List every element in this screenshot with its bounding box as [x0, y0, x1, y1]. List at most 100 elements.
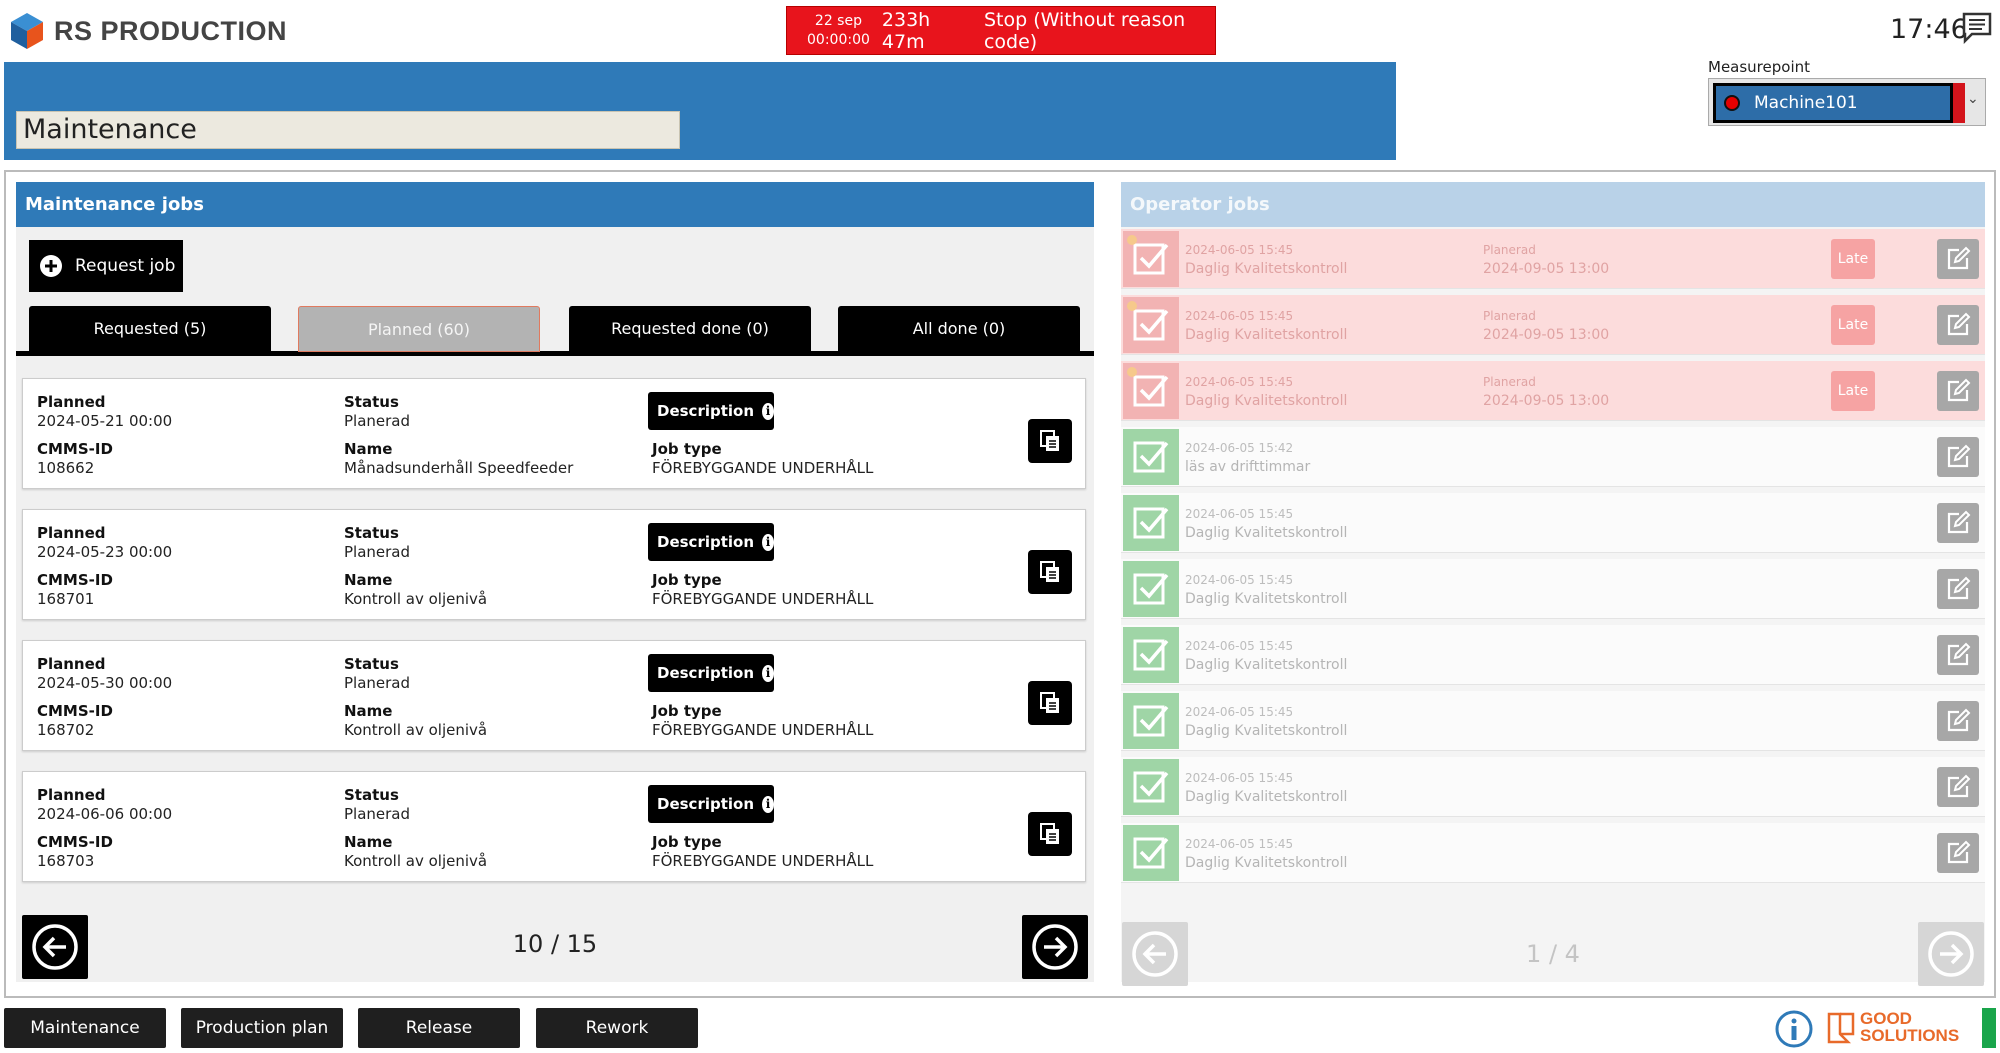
description-label: Description	[657, 533, 755, 551]
operator-job-name: Daglig Kvalitetskontroll	[1185, 789, 1348, 805]
operator-job-date: 2024-06-05 15:45	[1185, 243, 1294, 257]
stop-status-banner[interactable]: 22 sep 00:00:00 233h 47m Stop (Without r…	[786, 6, 1216, 55]
edit-icon	[1947, 246, 1971, 270]
operator-job-row[interactable]: 2024-06-05 15:45 Daglig Kvalitetskontroll…	[1121, 295, 1985, 355]
operator-job-row[interactable]: 2024-06-05 15:45 Daglig Kvalitetskontroll	[1121, 559, 1985, 619]
copy-icon	[1040, 561, 1059, 582]
cmms-label: CMMS-ID	[37, 702, 113, 720]
plus-circle-icon	[40, 255, 62, 277]
operator-job-row[interactable]: 2024-06-05 15:45 Daglig Kvalitetskontroll…	[1121, 361, 1985, 421]
name-value: Månadsunderhåll Speedfeeder	[344, 459, 574, 477]
name-value: Kontroll av oljenivå	[344, 590, 488, 608]
job-type-label: Job type	[652, 702, 722, 720]
description-button[interactable]: Description i	[648, 523, 774, 561]
nav-production-plan-button[interactable]: Production plan	[181, 1008, 343, 1048]
late-badge: Late	[1831, 239, 1875, 279]
name-label: Name	[344, 440, 393, 458]
warning-dot-icon	[1127, 301, 1137, 311]
measurepoint-status-strip	[1953, 83, 1965, 123]
status-label: Status	[344, 655, 399, 673]
cmms-label: CMMS-ID	[37, 833, 113, 851]
operator-job-row[interactable]: 2024-06-05 15:42 läs av drifttimmar	[1121, 427, 1985, 487]
warning-dot-icon	[1127, 235, 1137, 245]
job-type-label: Job type	[652, 571, 722, 589]
tab-all-done[interactable]: All done (0)	[838, 306, 1080, 352]
copy-button[interactable]	[1028, 419, 1072, 463]
description-button[interactable]: Description i	[648, 785, 774, 823]
edit-button[interactable]	[1937, 833, 1979, 873]
info-icon: i	[762, 533, 774, 551]
maintenance-tabs: Requested (5) Planned (60) Requested don…	[16, 306, 1094, 356]
maintenance-jobs-panel: Maintenance jobs Request job Requested (…	[16, 182, 1094, 982]
operator-job-date: 2024-06-05 15:45	[1185, 771, 1294, 785]
request-job-button[interactable]: Request job	[29, 240, 183, 292]
clock: 17:46	[1890, 14, 1968, 45]
edit-button[interactable]	[1937, 371, 1979, 411]
tab-requested[interactable]: Requested (5)	[29, 306, 271, 352]
page-indicator: 10 / 15	[512, 930, 598, 958]
measurepoint-select[interactable]: Machine101 ⌄	[1708, 78, 1986, 126]
copy-icon	[1040, 692, 1059, 713]
operator-job-date: 2024-06-05 15:45	[1185, 309, 1294, 323]
nav-release-button[interactable]: Release	[358, 1008, 520, 1048]
edit-button[interactable]	[1937, 503, 1979, 543]
edit-button[interactable]	[1937, 437, 1979, 477]
operator-job-date: 2024-06-05 15:45	[1185, 837, 1294, 851]
edit-icon	[1947, 840, 1971, 864]
edit-button[interactable]	[1937, 701, 1979, 741]
chevron-down-icon[interactable]: ⌄	[1967, 91, 1979, 107]
nav-rework-button[interactable]: Rework	[536, 1008, 698, 1048]
operator-job-name: Daglig Kvalitetskontroll	[1185, 855, 1348, 871]
copy-button[interactable]	[1028, 681, 1072, 725]
operator-planned-value: 2024-09-05 13:00	[1483, 261, 1610, 277]
description-button[interactable]: Description i	[648, 392, 774, 430]
edit-icon	[1947, 708, 1971, 732]
operator-job-row[interactable]: 2024-06-05 15:45 Daglig Kvalitetskontroll	[1121, 757, 1985, 817]
stop-timestamp: 22 sep 00:00:00	[807, 12, 870, 50]
operator-job-row[interactable]: 2024-06-05 15:45 Daglig Kvalitetskontroll	[1121, 493, 1985, 553]
tab-planned[interactable]: Planned (60)	[298, 306, 540, 352]
nav-maintenance-button[interactable]: Maintenance	[4, 1008, 166, 1048]
copy-button[interactable]	[1028, 812, 1072, 856]
name-label: Name	[344, 702, 393, 720]
good-solutions-logo-icon	[1827, 1012, 1855, 1044]
measurepoint-value-text: Machine101	[1754, 93, 1858, 113]
operator-job-date: 2024-06-05 15:45	[1185, 705, 1294, 719]
operator-job-row[interactable]: 2024-06-05 15:45 Daglig Kvalitetskontroll	[1121, 691, 1985, 751]
description-button[interactable]: Description i	[648, 654, 774, 692]
stop-reason: Stop (Without reason code)	[983, 8, 1186, 53]
message-icon[interactable]	[1962, 12, 1992, 48]
description-label: Description	[657, 664, 755, 682]
planned-label: Planned	[37, 393, 106, 411]
checkbox-check-icon	[1123, 627, 1179, 683]
next-page-button[interactable]	[1022, 915, 1088, 979]
edit-button[interactable]	[1937, 767, 1979, 807]
operator-job-date: 2024-06-05 15:45	[1185, 573, 1294, 587]
late-badge: Late	[1831, 305, 1875, 345]
operator-job-name: Daglig Kvalitetskontroll	[1185, 393, 1348, 409]
job-type-label: Job type	[652, 833, 722, 851]
operator-next-page-button[interactable]	[1918, 922, 1984, 986]
edit-button[interactable]	[1937, 635, 1979, 675]
operator-job-row[interactable]: 2024-06-05 15:45 Daglig Kvalitetskontroll	[1121, 823, 1985, 883]
edit-icon	[1947, 576, 1971, 600]
info-button[interactable]	[1774, 1009, 1814, 1053]
operator-job-row[interactable]: 2024-06-05 15:45 Daglig Kvalitetskontroll	[1121, 625, 1985, 685]
planned-label: Planned	[37, 655, 106, 673]
checkbox-check-icon	[1123, 759, 1179, 815]
edit-button[interactable]	[1937, 569, 1979, 609]
cube-logo-icon	[11, 13, 43, 49]
status-value: Planerad	[344, 412, 411, 430]
job-card: Planned 2024-05-30 00:00 CMMS-ID 168702 …	[22, 640, 1086, 751]
copy-button[interactable]	[1028, 550, 1072, 594]
edit-button[interactable]	[1937, 305, 1979, 345]
operator-job-row[interactable]: 2024-06-05 15:45 Daglig Kvalitetskontroll…	[1121, 229, 1985, 289]
info-icon: i	[762, 664, 774, 682]
operator-planned-value: 2024-09-05 13:00	[1483, 393, 1610, 409]
edit-icon	[1947, 378, 1971, 402]
edit-button[interactable]	[1937, 239, 1979, 279]
stop-duration: 233h 47m	[881, 8, 931, 53]
job-type-value: FÖREBYGGANDE UNDERHÅLL	[652, 721, 874, 739]
app-logo: RS PRODUCTION	[10, 12, 287, 50]
tab-requested-done[interactable]: Requested done (0)	[569, 306, 811, 352]
